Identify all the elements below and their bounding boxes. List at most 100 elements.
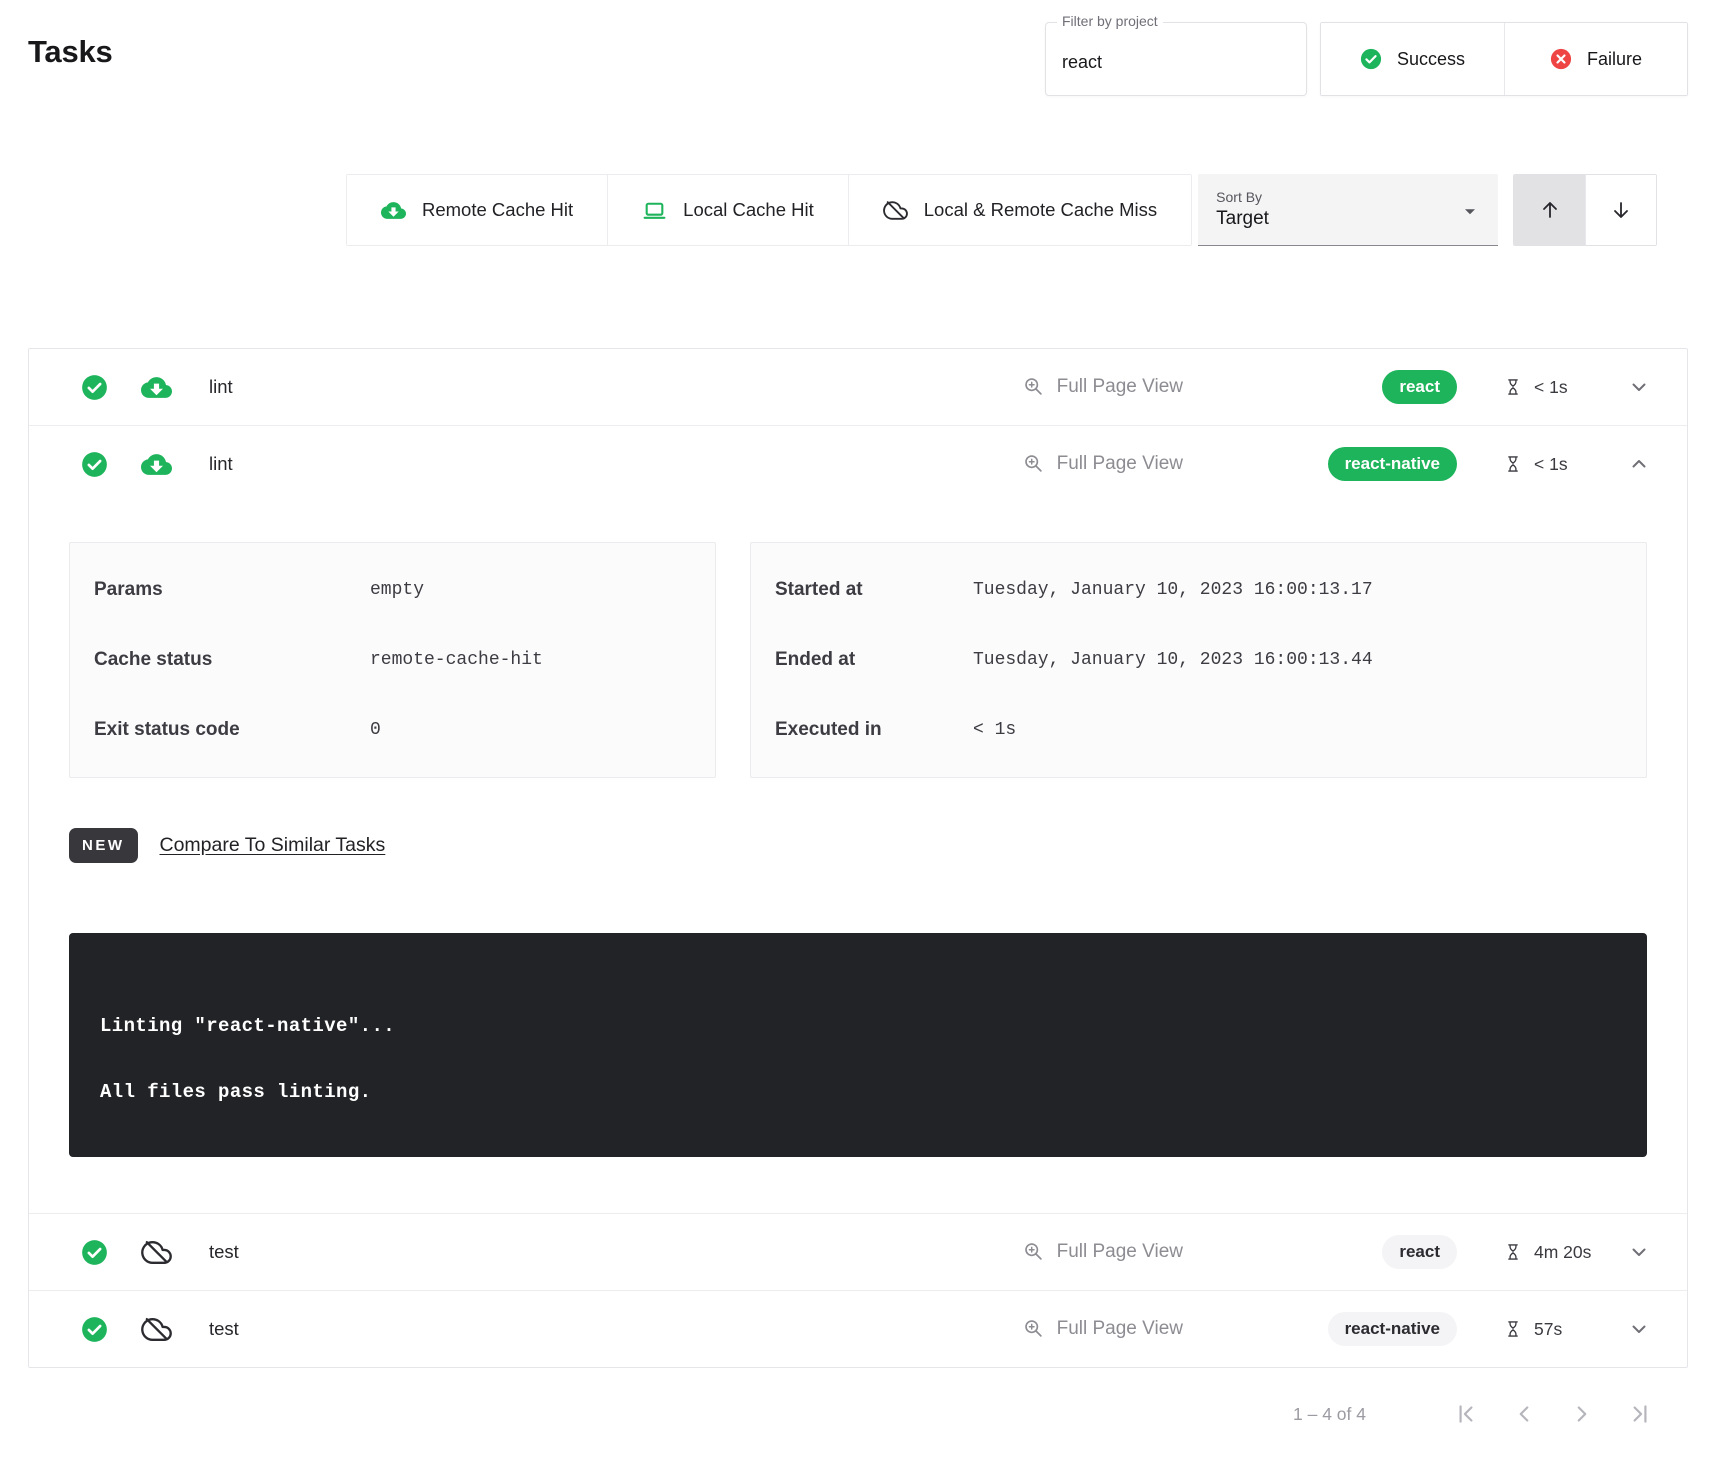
full-page-view-label: Full Page View [1057,1241,1183,1263]
last-page-button[interactable] [1626,1400,1654,1428]
task-block-lint-react-native: lint Full Page View react-native < 1s [29,425,1687,1213]
success-status-icon [81,451,108,478]
collapse-row-button[interactable] [1617,442,1661,486]
project-badge: react [1382,1235,1457,1269]
filter-remote-cache-hit-label: Remote Cache Hit [422,199,573,221]
detail-label: Params [94,579,370,601]
success-status-icon [81,1239,108,1266]
topbar-right: Filter by project Success Failure [1045,22,1688,96]
detail-row-started-at: Started at Tuesday, January 10, 2023 16:… [751,555,1646,625]
task-name: test [209,1241,239,1263]
filter-local-cache-hit-button[interactable]: Local Cache Hit [607,175,848,245]
next-page-button[interactable] [1568,1400,1596,1428]
pagination: 1 – 4 of 4 [0,1368,1716,1460]
task-duration: < 1s [1503,454,1615,475]
detail-label: Ended at [775,649,973,671]
task-row: test Full Page View react-native 57s [29,1291,1687,1367]
zoom-in-icon [1023,376,1045,398]
filter-cache-miss-label: Local & Remote Cache Miss [924,199,1157,221]
status-filter-group: Success Failure [1320,22,1688,96]
caret-down-icon [1458,199,1482,223]
page-title: Tasks [28,34,113,96]
task-duration: 57s [1503,1319,1615,1340]
zoom-in-icon [1023,1241,1045,1263]
cache-miss-icon [141,1314,172,1345]
task-properties-panel: Params empty Cache status remote-cache-h… [69,542,716,778]
full-page-view-link[interactable]: Full Page View [1023,453,1183,475]
sort-direction-group [1513,174,1657,246]
detail-row-executed-in: Executed in < 1s [751,695,1646,765]
full-page-view-link[interactable]: Full Page View [1023,1241,1183,1263]
pagination-range: 1 – 4 of 4 [1293,1404,1366,1425]
detail-label: Executed in [775,719,973,741]
task-timing-panel: Started at Tuesday, January 10, 2023 16:… [750,542,1647,778]
task-name: test [209,1318,239,1340]
hourglass-icon [1503,1319,1523,1339]
task-duration-value: 4m 20s [1534,1242,1591,1263]
task-block-test-react: test Full Page View react 4m 20s [29,1213,1687,1290]
failure-x-circle-icon [1550,48,1572,70]
expand-row-button[interactable] [1617,1307,1661,1351]
project-filter-input[interactable] [1046,23,1306,95]
project-filter-label: Filter by project [1057,13,1163,29]
detail-value: Tuesday, January 10, 2023 16:00:13.44 [973,650,1373,670]
previous-page-button[interactable] [1510,1400,1538,1428]
detail-value: < 1s [973,720,1016,740]
detail-row-cache-status: Cache status remote-cache-hit [70,625,715,695]
task-row: lint Full Page View react-native < 1s [29,426,1687,502]
full-page-view-label: Full Page View [1057,453,1183,475]
project-badge: react [1382,370,1457,404]
sort-by-value: Target [1216,208,1480,230]
full-page-view-link[interactable]: Full Page View [1023,1318,1183,1340]
success-status-icon [81,374,108,401]
failure-filter-button[interactable]: Failure [1504,23,1687,95]
task-duration: 4m 20s [1503,1242,1615,1263]
expand-row-button[interactable] [1617,1230,1661,1274]
first-page-button[interactable] [1452,1400,1480,1428]
success-filter-button[interactable]: Success [1321,23,1504,95]
chevron-left-icon [1511,1401,1537,1427]
project-filter-field: Filter by project [1045,22,1307,96]
task-row: test Full Page View react 4m 20s [29,1214,1687,1290]
chevron-down-icon [1627,375,1651,399]
sort-by-select[interactable]: Sort By Target [1198,174,1498,246]
detail-value: 0 [370,720,381,740]
chevron-down-icon [1627,1317,1651,1341]
filter-local-cache-hit-label: Local Cache Hit [683,199,814,221]
last-page-icon [1627,1401,1653,1427]
chevron-right-icon [1569,1401,1595,1427]
detail-row-exit-code: Exit status code 0 [70,695,715,765]
filter-cache-miss-button[interactable]: Local & Remote Cache Miss [848,175,1191,245]
filter-remote-cache-hit-button[interactable]: Remote Cache Hit [347,175,607,245]
detail-value: remote-cache-hit [370,650,543,670]
terminal-line: All files pass linting. [100,1081,1616,1103]
sort-ascending-button[interactable] [1514,175,1585,245]
task-name: lint [209,376,233,398]
full-page-view-link[interactable]: Full Page View [1023,376,1183,398]
terminal-line: Linting "react-native"... [100,1015,1616,1037]
task-duration-value: 57s [1534,1319,1562,1340]
task-duration: < 1s [1503,377,1615,398]
hourglass-icon [1503,377,1523,397]
new-badge: NEW [69,828,138,863]
success-filter-label: Success [1397,49,1465,70]
full-page-view-label: Full Page View [1057,376,1183,398]
detail-row-params: Params empty [70,555,715,625]
sort-descending-button[interactable] [1585,175,1656,245]
task-block-test-react-native: test Full Page View react-native 57s [29,1290,1687,1367]
cloud-download-icon [381,198,406,223]
detail-value: Tuesday, January 10, 2023 16:00:13.17 [973,580,1373,600]
toolbar: Remote Cache Hit Local Cache Hit Local &… [28,174,1688,246]
chevron-down-icon [1627,1240,1651,1264]
expand-row-button[interactable] [1617,365,1661,409]
task-name: lint [209,453,233,475]
task-list: lint Full Page View react < 1s [28,348,1688,1368]
project-badge: react-native [1328,1312,1457,1346]
detail-value: empty [370,580,424,600]
hourglass-icon [1503,454,1523,474]
success-check-circle-icon [1360,48,1382,70]
task-details: Params empty Cache status remote-cache-h… [29,502,1687,1213]
compare-to-similar-tasks-link[interactable]: Compare To Similar Tasks [160,834,386,857]
cache-filter-group: Remote Cache Hit Local Cache Hit Local &… [346,174,1192,246]
zoom-in-icon [1023,1318,1045,1340]
